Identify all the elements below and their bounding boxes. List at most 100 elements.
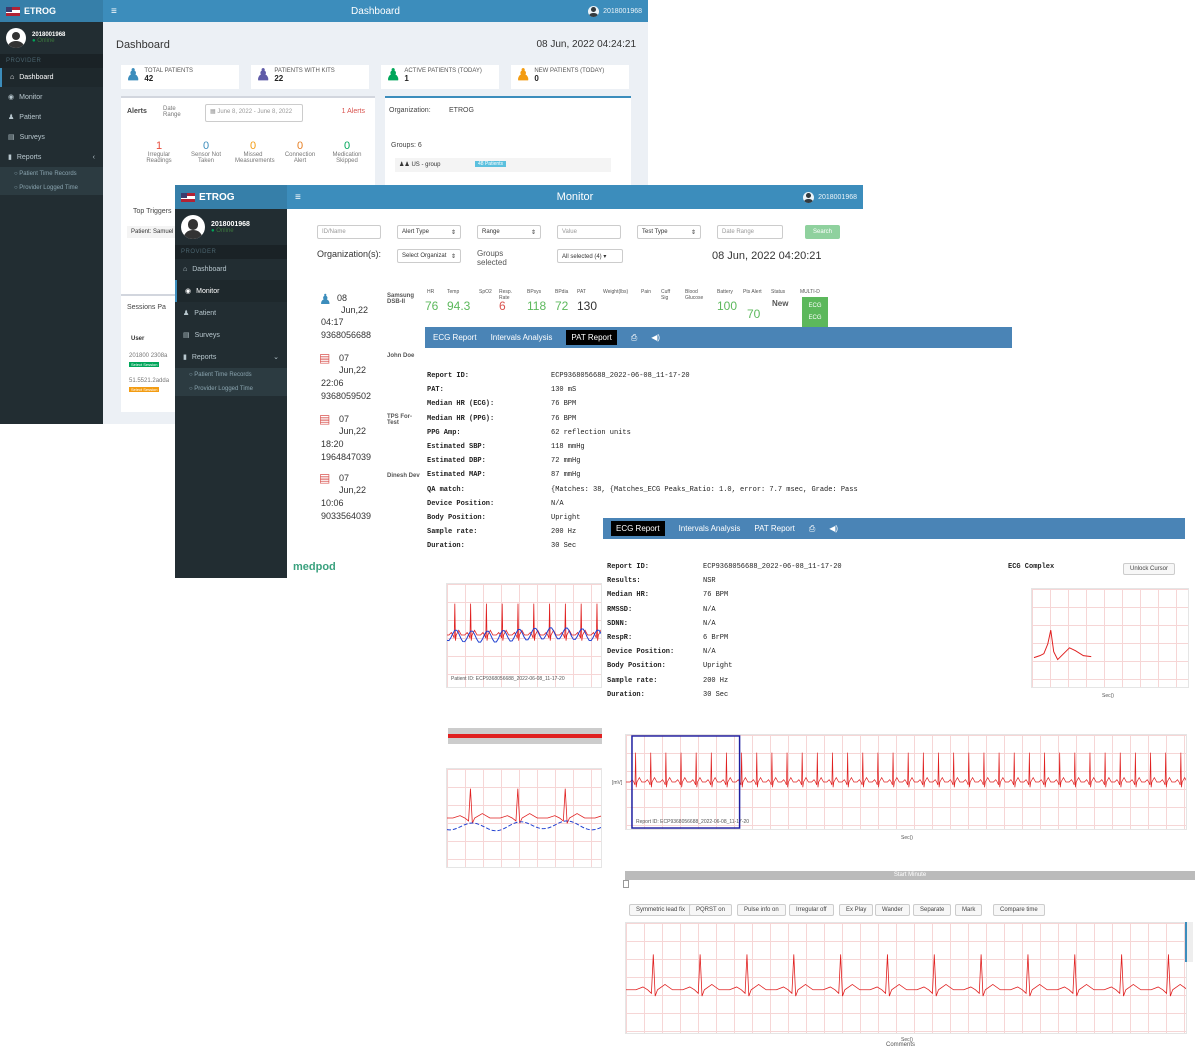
tab-intervals-analysis[interactable]: Intervals Analysis — [679, 524, 741, 533]
slider-handle[interactable] — [623, 880, 629, 888]
tab-ecg-report[interactable]: ECG Report — [611, 521, 665, 536]
alert-stat[interactable]: 0 Medication Skipped — [329, 140, 365, 164]
organization-select[interactable]: Select Organizat ⇕ — [397, 249, 461, 263]
selection-window[interactable] — [631, 735, 741, 829]
report-field-key: Median HR (ECG): — [427, 400, 495, 409]
kpi-total-patients[interactable]: ♟ TOTAL PATIENTS 42 — [121, 65, 239, 89]
sidebar-sub-provider-time[interactable]: ○ Provider Logged Time — [0, 181, 103, 195]
sidebar-sub-patient-time[interactable]: ○ Patient Time Records — [175, 368, 287, 382]
alert-stat-label: Missed Measurements — [235, 152, 275, 164]
mark-button[interactable]: Mark — [955, 904, 983, 916]
table-row[interactable]: ▤ 07 Jun,22 18:20 1964847039 TPS For-Tes… — [319, 412, 419, 472]
separate-button[interactable]: Separate — [913, 904, 952, 916]
side-toolbar[interactable] — [1185, 922, 1193, 962]
table-row[interactable]: ♟ 08 Jun,22 04:17 9368056688 Samsung DSB… — [319, 291, 419, 351]
row-month: Jun,22 — [341, 305, 369, 315]
kpi-active-patients[interactable]: ♟ ACTIVE PATIENTS (TODAY) 1 — [381, 65, 499, 89]
date-range-input[interactable]: Date Range — [717, 225, 783, 239]
plot-caption: Patient ID: ECP9368056688_2022-06-08_11-… — [451, 676, 565, 682]
user-column-header: User — [131, 336, 145, 342]
menu-toggle-icon[interactable]: ≡ — [111, 6, 117, 17]
start-minute-slider[interactable]: Start Minute — [625, 871, 1195, 880]
sort-icon: ⇕ — [690, 230, 696, 236]
symmetric-lead-button[interactable]: Symmetric lead fix — [629, 904, 693, 916]
tab-ecg-report[interactable]: ECG Report — [433, 333, 477, 342]
irregular-button[interactable]: Irregular off — [789, 904, 834, 916]
kpi-label: NEW PATIENTS (TODAY) — [534, 68, 605, 74]
speaker-icon[interactable]: ◀) — [651, 333, 660, 342]
kpi-patients-with-kits[interactable]: ♟ PATIENTS WITH KITS 22 — [251, 65, 369, 89]
ecg-zoom-plot[interactable]: Sec() — [625, 922, 1187, 1043]
topbar-user[interactable]: 2018001968 — [588, 5, 642, 17]
pqrst-button[interactable]: PQRST on — [689, 904, 732, 916]
range-select[interactable]: Range ⇕ — [477, 225, 541, 239]
sidebar-item-reports[interactable]: ▮ Reports ⌄ — [175, 346, 287, 368]
groups-multiselect[interactable]: All selected (4) ▾ — [557, 249, 623, 263]
id-name-input[interactable]: ID/Name — [317, 225, 381, 239]
sidebar-item-dashboard[interactable]: ⌂ Dashboard — [175, 259, 287, 280]
session-badge[interactable]: Select Session — [129, 362, 160, 367]
kpi-new-patients[interactable]: ♟ NEW PATIENTS (TODAY) 0 — [511, 65, 629, 89]
ecg-button[interactable]: ECG — [808, 315, 821, 321]
sidebar-item-dashboard[interactable]: ⌂ Dashboard — [0, 68, 103, 87]
report-field: Device Position: N/A — [427, 497, 1007, 511]
topbar-user-id: 2018001968 — [603, 7, 642, 15]
sidebar-item-monitor[interactable]: ◉ Monitor — [0, 87, 103, 107]
sidebar-item-surveys[interactable]: ▤ Surveys — [0, 127, 103, 147]
sidebar-sub-provider-time[interactable]: ○ Provider Logged Time — [175, 382, 287, 396]
vital-header: MULTI-D — [800, 289, 820, 295]
sidebar-item-reports[interactable]: ▮ Reports ‹ — [0, 147, 103, 167]
test-type-select[interactable]: Test Type ⇕ — [637, 225, 701, 239]
pulse-info-button[interactable]: Pulse info on — [737, 904, 786, 916]
alert-stat[interactable]: 0 Missed Measurements — [235, 140, 275, 164]
print-icon[interactable]: ⎙ — [809, 524, 815, 534]
ecg-button[interactable]: ECG — [808, 303, 821, 309]
brand-bar[interactable]: ETROG — [0, 0, 103, 22]
sidebar-item-patient[interactable]: ♟ Patient — [175, 302, 287, 324]
sidebar-sub-patient-time[interactable]: ○ Patient Time Records — [0, 167, 103, 181]
ecg-complex-plot[interactable]: Sec() — [1031, 588, 1189, 699]
tab-pat-report[interactable]: PAT Report — [566, 330, 617, 345]
range-slider-track[interactable] — [448, 728, 602, 744]
table-row[interactable]: ▤ 07 Jun,22 10:06 9033564039 Dinesh Dev — [319, 471, 420, 531]
session-user[interactable]: 201800 2308a — [129, 353, 167, 359]
menu-toggle-icon[interactable]: ≡ — [295, 192, 301, 203]
sidebar-item-monitor[interactable]: ◉ Monitor — [175, 280, 287, 302]
sidebar-item-surveys[interactable]: ▤ Surveys — [175, 324, 287, 346]
multi-d-panel[interactable]: ECG ECG — [802, 297, 828, 329]
table-row[interactable]: ▤ 07 Jun,22 22:06 9368059502 John Doe — [319, 351, 419, 411]
alert-stat[interactable]: 0 Connection Alert — [282, 140, 318, 164]
row-time: 10:06 — [321, 498, 344, 508]
group-item[interactable]: ♟♟ US - group 48 Patients — [395, 158, 611, 172]
pat-waveform-plot[interactable]: Patient ID: ECP9368056688_2022-06-08_11-… — [446, 583, 602, 688]
topbar-user[interactable]: 2018001968 — [803, 191, 857, 203]
speaker-icon[interactable]: ◀) — [829, 524, 838, 533]
alert-stat[interactable]: 0 Sensor Not Taken — [188, 140, 224, 164]
play-button[interactable]: Ex Play — [839, 904, 874, 916]
ecg-report-tabs: ECG Report Intervals Analysis PAT Report… — [603, 518, 1185, 539]
sidebar-item-patient[interactable]: ♟ Patient — [0, 107, 103, 127]
ecg-strip-plot[interactable]: Report ID: ECP9368056688_2022-06-08_11-1… — [612, 734, 1187, 841]
alert-type-select[interactable]: Alert Type ⇕ — [397, 225, 461, 239]
wander-button[interactable]: Wander — [875, 904, 910, 916]
compare-time-button[interactable]: Compare time — [993, 904, 1045, 916]
report-field-value: 6 BrPM — [703, 634, 729, 643]
tab-intervals-analysis[interactable]: Intervals Analysis — [491, 333, 553, 342]
vital-header: PAT — [577, 289, 586, 295]
x-axis-label: Sec() — [901, 835, 913, 841]
pat-detail-plot[interactable] — [446, 768, 602, 868]
alert-stat-value: 0 — [249, 140, 257, 152]
tab-pat-report[interactable]: PAT Report — [754, 524, 794, 533]
session-user[interactable]: 51.5521.2adda — [129, 378, 169, 384]
search-button[interactable]: Search — [805, 225, 841, 239]
report-field: Sample rate: 200 Hz — [607, 674, 987, 688]
alert-stat[interactable]: 1 Irregular Readings — [141, 140, 177, 164]
alerts-count[interactable]: 1 Alerts — [342, 108, 365, 115]
session-badge[interactable]: Select Session — [129, 387, 160, 392]
brand-bar[interactable]: ETROG — [175, 185, 287, 209]
chevron-down-icon: ⌄ — [273, 354, 279, 361]
value-input[interactable]: Value — [557, 225, 621, 239]
date-range-picker[interactable]: ▦ June 8, 2022 - June 8, 2022 — [205, 104, 303, 122]
unlock-cursor-button[interactable]: Unlock Cursor — [1123, 563, 1176, 575]
print-icon[interactable]: ⎙ — [631, 333, 637, 343]
